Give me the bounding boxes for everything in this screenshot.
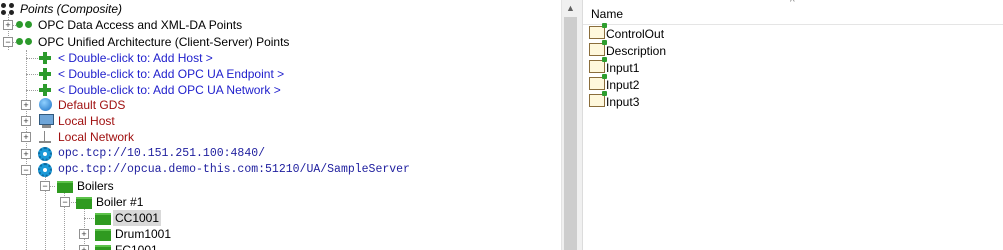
tree-node-label: OPC Unified Architecture (Client-Server)… bbox=[38, 35, 290, 49]
tree-node-label: Boiler #1 bbox=[96, 195, 144, 209]
folder-icon bbox=[95, 213, 111, 225]
tree-node-boiler1[interactable]: − Boiler #1 bbox=[0, 194, 560, 210]
tree-node-label: OPC Data Access and XML-DA Points bbox=[38, 18, 243, 32]
list-header[interactable]: Name ^ bbox=[583, 0, 1003, 25]
scroll-up-icon[interactable]: ▲ bbox=[562, 0, 578, 17]
folder-icon bbox=[57, 181, 73, 193]
expand-icon[interactable]: + bbox=[21, 116, 31, 126]
folder-icon bbox=[95, 245, 111, 250]
expand-icon[interactable]: + bbox=[21, 132, 31, 142]
expand-icon[interactable]: + bbox=[21, 100, 31, 110]
tree-node-label: opc.tcp://10.151.251.100:4840/ bbox=[58, 147, 266, 160]
list-item-label: ControlOut bbox=[606, 27, 665, 41]
point-icon bbox=[589, 57, 607, 73]
tree-node-local-network[interactable]: + Local Network bbox=[0, 129, 560, 145]
tree-node-label: opc.tcp://opcua.demo-this.com:51210/UA/S… bbox=[58, 163, 410, 176]
expand-icon[interactable]: + bbox=[79, 229, 89, 239]
gear-icon bbox=[38, 147, 52, 161]
composite-icon bbox=[1, 3, 15, 15]
points-tree-pane[interactable]: Points (Composite) + OPC Data Access and… bbox=[0, 0, 578, 250]
tree-node-label: < Double-click to: Add OPC UA Network > bbox=[58, 83, 281, 97]
tree-node-fc1001[interactable]: + FC1001 bbox=[0, 242, 560, 250]
column-header-name[interactable]: Name bbox=[591, 7, 623, 21]
tree-node-label: Local Host bbox=[58, 114, 115, 128]
collapse-icon[interactable]: − bbox=[3, 37, 13, 47]
list-item[interactable]: ControlOut bbox=[589, 23, 665, 42]
tree-node-opc-ua[interactable]: − OPC Unified Architecture (Client-Serve… bbox=[0, 34, 560, 50]
point-icon bbox=[589, 74, 607, 90]
gear-icon bbox=[38, 163, 52, 177]
list-item[interactable]: Input3 bbox=[589, 91, 640, 110]
add-icon bbox=[39, 52, 51, 64]
tree-node-label: Boilers bbox=[77, 179, 114, 193]
list-item-label: Description bbox=[606, 44, 667, 58]
expand-icon[interactable]: + bbox=[79, 245, 89, 250]
list-item-label: Input1 bbox=[606, 61, 640, 75]
add-icon bbox=[39, 84, 51, 96]
list-item[interactable]: Input2 bbox=[589, 74, 640, 93]
tree-node-add-network[interactable]: < Double-click to: Add OPC UA Network > bbox=[0, 82, 560, 98]
sort-ascending-icon: ^ bbox=[790, 0, 795, 8]
network-icon bbox=[39, 131, 51, 143]
tree-node-default-gds[interactable]: + Default GDS bbox=[0, 97, 560, 113]
point-icon bbox=[589, 40, 607, 56]
tree-node-local-host[interactable]: + Local Host bbox=[0, 113, 560, 129]
folder-icon bbox=[76, 197, 92, 209]
tree-node-endpoint-1[interactable]: + opc.tcp://10.151.251.100:4840/ bbox=[0, 146, 560, 162]
opc-ua-icon bbox=[16, 38, 34, 46]
list-item-label: Input2 bbox=[606, 78, 640, 92]
opc-da-icon bbox=[16, 21, 34, 29]
list-item[interactable]: Input1 bbox=[589, 57, 640, 76]
tree-node-endpoint-2[interactable]: − opc.tcp://opcua.demo-this.com:51210/UA… bbox=[0, 162, 560, 178]
point-icon bbox=[589, 91, 607, 107]
tree-node-label: Points (Composite) bbox=[20, 2, 123, 16]
tree-node-root[interactable]: Points (Composite) bbox=[0, 1, 560, 17]
tree-node-label: < Double-click to: Add OPC UA Endpoint > bbox=[58, 67, 285, 81]
expand-icon[interactable]: + bbox=[3, 20, 13, 30]
tree-node-add-host[interactable]: < Double-click to: Add Host > bbox=[0, 50, 560, 66]
list-item-label: Input3 bbox=[606, 95, 640, 109]
tree-node-label: Default GDS bbox=[58, 98, 126, 112]
tree-node-label: Local Network bbox=[58, 130, 135, 144]
expand-icon[interactable]: + bbox=[21, 149, 31, 159]
globe-icon bbox=[39, 98, 52, 111]
tree-node-add-endpoint[interactable]: < Double-click to: Add OPC UA Endpoint > bbox=[0, 66, 560, 82]
tree-node-boilers[interactable]: − Boilers bbox=[0, 178, 560, 194]
tree-node-label: FC1001 bbox=[115, 243, 158, 250]
points-list-pane[interactable]: Name ^ ControlOut Description Input1 Inp… bbox=[582, 0, 1003, 250]
add-icon bbox=[39, 68, 51, 80]
tree-node-drum1001[interactable]: + Drum1001 bbox=[0, 226, 560, 242]
tree-node-label: < Double-click to: Add Host > bbox=[58, 51, 213, 65]
tree-node-label: CC1001 bbox=[113, 210, 162, 226]
list-item[interactable]: Description bbox=[589, 40, 667, 59]
tree-node-opc-da[interactable]: + OPC Data Access and XML-DA Points bbox=[0, 17, 560, 33]
point-icon bbox=[589, 23, 607, 39]
tree-node-cc1001[interactable]: CC1001 bbox=[0, 210, 560, 226]
vertical-scrollbar[interactable]: ▲ bbox=[561, 0, 578, 250]
scrollbar-thumb[interactable] bbox=[564, 17, 577, 250]
collapse-icon[interactable]: − bbox=[60, 197, 70, 207]
tree-node-label: Drum1001 bbox=[115, 227, 172, 241]
collapse-icon[interactable]: − bbox=[21, 165, 31, 175]
computer-icon bbox=[39, 114, 54, 128]
folder-icon bbox=[95, 229, 111, 241]
collapse-icon[interactable]: − bbox=[40, 181, 50, 191]
